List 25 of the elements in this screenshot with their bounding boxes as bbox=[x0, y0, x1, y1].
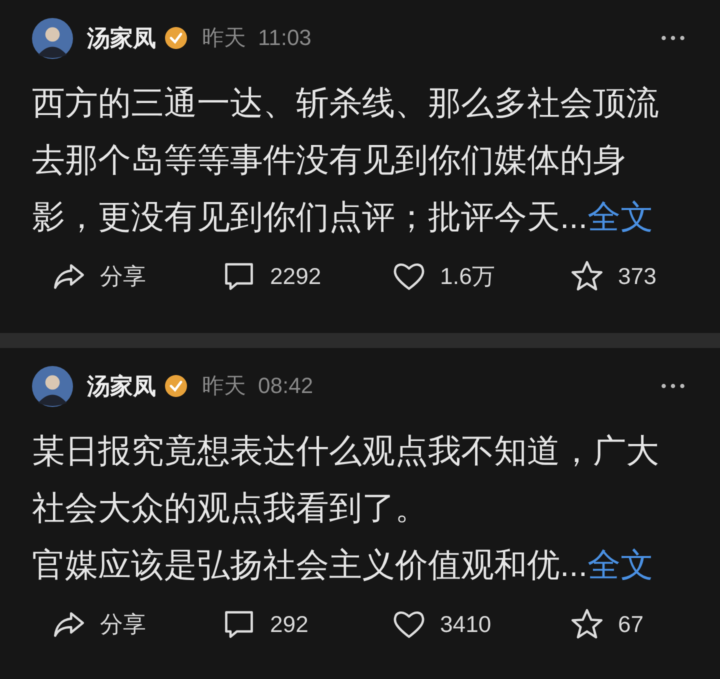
read-more-link[interactable]: 全文 bbox=[588, 198, 654, 235]
post-date: 昨天 bbox=[202, 24, 246, 52]
action-label: 2292 bbox=[270, 262, 322, 290]
post-date: 昨天 bbox=[202, 372, 246, 400]
post-time: 08:42 bbox=[258, 373, 314, 399]
action-label: 292 bbox=[270, 610, 308, 638]
post-text: 官媒应该是弘扬社会主义价值观和优...全文 bbox=[32, 545, 655, 585]
action-label: 3410 bbox=[440, 610, 492, 638]
action-label: 分享 bbox=[100, 262, 146, 290]
read-more-link[interactable]: 全文 bbox=[588, 546, 654, 583]
post-text: 某日报究竟想表达什么观点我不知道，广大社会大众的观点我看到了。 bbox=[32, 431, 660, 528]
author-name[interactable]: 汤家凤 bbox=[87, 370, 156, 402]
action-label: 67 bbox=[618, 610, 644, 638]
more-options-icon[interactable] bbox=[660, 34, 686, 42]
action-label: 373 bbox=[618, 262, 656, 290]
avatar-icon[interactable] bbox=[32, 366, 73, 406]
post-time: 11:03 bbox=[258, 25, 312, 51]
author-name[interactable]: 汤家凤 bbox=[87, 22, 156, 54]
star-icon[interactable] bbox=[570, 607, 604, 641]
action-label: 分享 bbox=[100, 610, 146, 638]
post-text: 西方的三通一达、斩杀线、那么多社会顶流去那个岛等等事件没有见到你们媒体的身影，更没有见到你们点评；批评今天...全文 bbox=[32, 83, 660, 237]
star-icon[interactable] bbox=[570, 259, 604, 293]
avatar-icon[interactable] bbox=[32, 18, 73, 58]
action-label: 1.6万 bbox=[440, 262, 495, 290]
more-options-icon[interactable] bbox=[660, 382, 686, 390]
